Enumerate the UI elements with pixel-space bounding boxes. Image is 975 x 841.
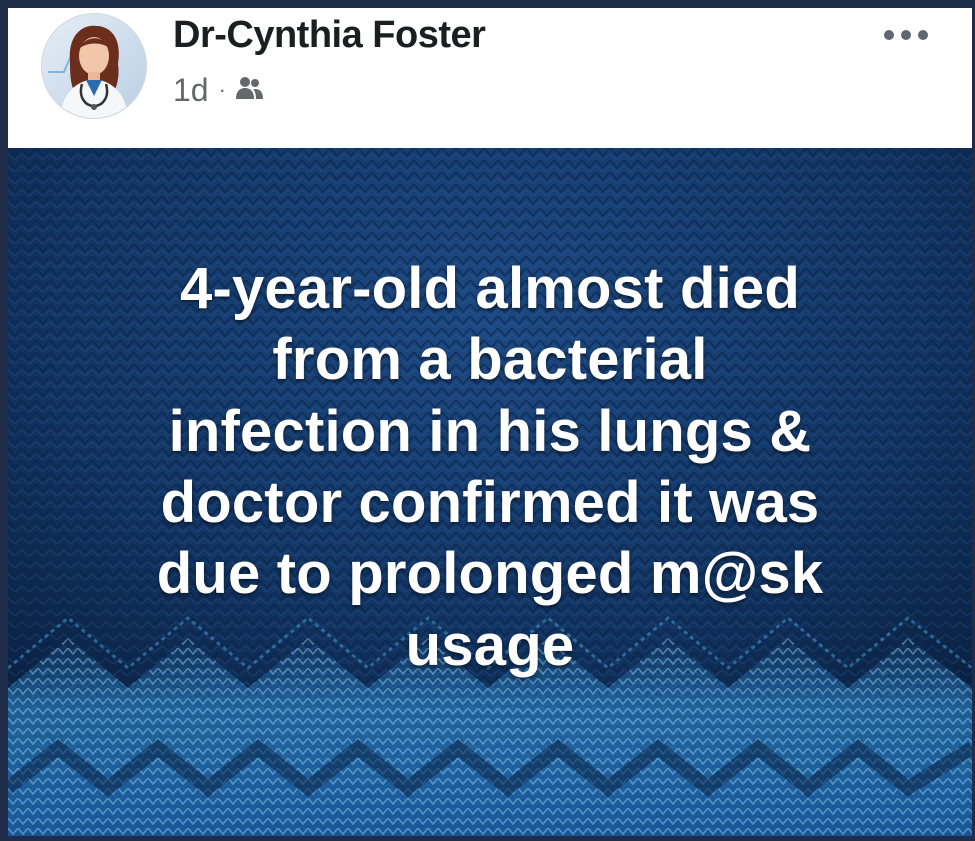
post-timestamp[interactable]: 1d <box>173 72 209 109</box>
more-options-icon[interactable] <box>874 18 938 52</box>
friends-icon[interactable] <box>234 72 264 109</box>
post-image[interactable]: 4-year-old almost died from a bacterial … <box>8 148 972 836</box>
post-header: Dr-Cynthia Foster 1d · <box>8 8 972 148</box>
author-name[interactable]: Dr-Cynthia Foster <box>173 14 486 57</box>
author-avatar[interactable] <box>42 14 146 118</box>
screenshot-frame: Dr-Cynthia Foster 1d · 4-year-old almost… <box>0 0 975 841</box>
avatar-portrait-icon <box>42 14 146 118</box>
post-card: Dr-Cynthia Foster 1d · 4-year-old almost… <box>8 8 972 836</box>
post-meta: 1d · <box>173 70 264 110</box>
image-caption-text: 4-year-old almost died from a bacterial … <box>156 256 824 678</box>
meta-separator: · <box>218 77 226 102</box>
